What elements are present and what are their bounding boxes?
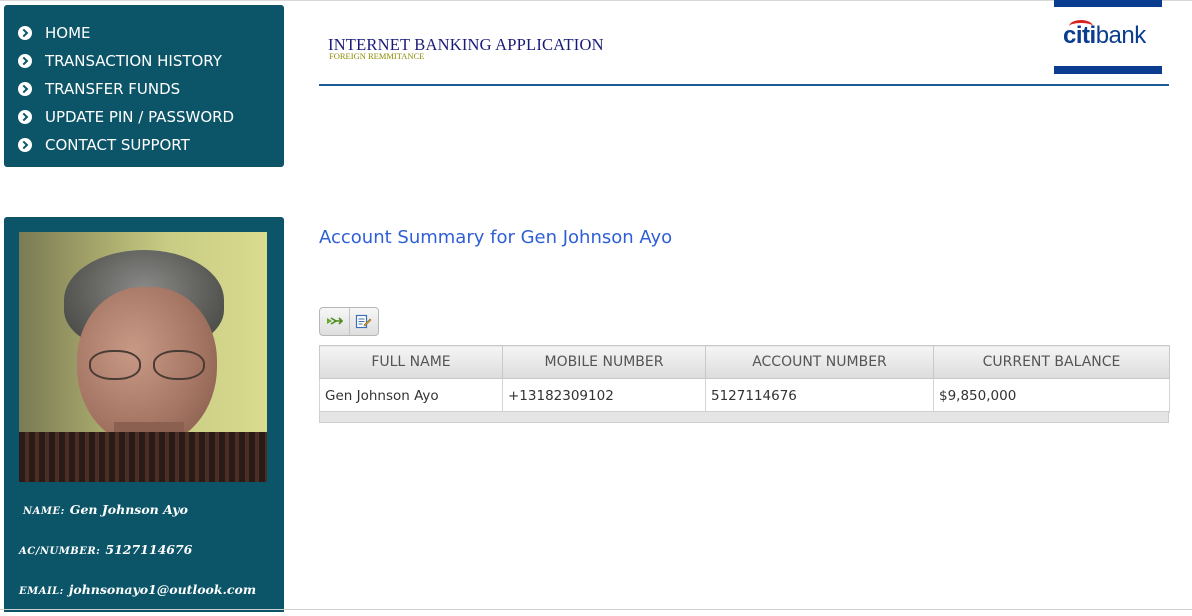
- profile-email-label: EMAIL:: [19, 586, 64, 597]
- header-divider: [319, 84, 1169, 86]
- profile-email-value: johnsonayo1@outlook.com: [68, 582, 257, 597]
- account-summary-title: Account Summary for Gen Johnson Ayo: [319, 227, 673, 248]
- chevron-right-circle-icon: [18, 138, 32, 152]
- table-header-row: FULL NAME MOBILE NUMBER ACCOUNT NUMBER C…: [319, 345, 1170, 379]
- nav-item-label: TRANSFER FUNDS: [45, 80, 181, 98]
- nav-item-label: TRANSACTION HISTORY: [45, 52, 222, 70]
- grid-toolbar: [319, 307, 379, 336]
- column-header-full-name[interactable]: FULL NAME: [319, 345, 503, 379]
- profile-acnumber-label: AC/NUMBER:: [19, 546, 101, 557]
- cell-account-number: 5127114676: [705, 378, 934, 413]
- nav-item-home[interactable]: HOME: [4, 19, 284, 47]
- table-row[interactable]: Gen Johnson Ayo +13182309102 5127114676 …: [319, 378, 1170, 413]
- logo-bank-text: bank: [1095, 22, 1147, 49]
- account-summary-table: FULL NAME MOBILE NUMBER ACCOUNT NUMBER C…: [319, 345, 1170, 413]
- logo-citi-text: citi: [1063, 22, 1096, 49]
- chevron-right-circle-icon: [18, 110, 32, 124]
- profile-name-value: Gen Johnson Ayo: [69, 502, 188, 517]
- profile-acnumber: AC/NUMBER: 5127114676: [19, 542, 192, 557]
- profile-name: NAME: Gen Johnson Ayo: [23, 502, 188, 517]
- export-icon: [326, 317, 343, 325]
- app-subtitle: FOREIGN REMMITANCE: [329, 51, 425, 61]
- nav-item-contact-support[interactable]: CONTACT SUPPORT: [4, 131, 284, 159]
- profile-name-label: NAME:: [23, 506, 65, 517]
- edit-icon: [356, 314, 372, 329]
- profile-email: EMAIL: johnsonayo1@outlook.com: [19, 582, 256, 597]
- nav-item-update-pin-password[interactable]: UPDATE PIN / PASSWORD: [4, 103, 284, 131]
- nav-item-transaction-history[interactable]: TRANSACTION HISTORY: [4, 47, 284, 75]
- column-header-account-number[interactable]: ACCOUNT NUMBER: [705, 345, 934, 379]
- nav-item-label: UPDATE PIN / PASSWORD: [45, 108, 235, 126]
- chevron-right-circle-icon: [18, 54, 32, 68]
- column-header-current-balance[interactable]: CURRENT BALANCE: [933, 345, 1170, 379]
- chevron-right-circle-icon: [18, 26, 32, 40]
- cell-current-balance: $9,850,000: [933, 378, 1170, 413]
- top-border: [0, 0, 1192, 1]
- profile-photo: [19, 232, 267, 482]
- export-button[interactable]: [320, 308, 349, 335]
- cell-mobile-number: +13182309102: [502, 378, 706, 413]
- nav-item-label: HOME: [45, 24, 91, 42]
- chevron-right-circle-icon: [18, 82, 32, 96]
- cell-full-name: Gen Johnson Ayo: [319, 378, 503, 413]
- profile-acnumber-value: 5127114676: [105, 542, 193, 557]
- table-footer-bar: [319, 411, 1169, 423]
- nav-item-transfer-funds[interactable]: TRANSFER FUNDS: [4, 75, 284, 103]
- bottom-border: [0, 609, 1192, 610]
- profile-panel: NAME: Gen Johnson Ayo AC/NUMBER: 512711467…: [4, 217, 284, 612]
- edit-button[interactable]: [348, 308, 379, 335]
- column-header-mobile-number[interactable]: MOBILE NUMBER: [502, 345, 706, 379]
- main-nav: HOME TRANSACTION HISTORY TRANSFER FUNDS …: [4, 5, 284, 167]
- nav-item-label: CONTACT SUPPORT: [45, 136, 190, 154]
